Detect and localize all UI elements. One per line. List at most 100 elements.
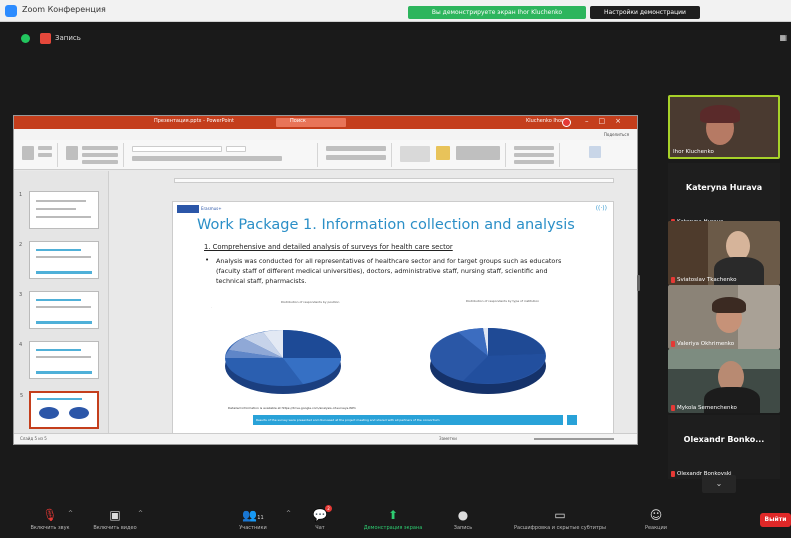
closed-captions-button[interactable]: ▭ Расшифровка и скрытые субтитры <box>490 508 630 531</box>
paragraph-group <box>322 143 392 167</box>
find-icon[interactable] <box>514 146 554 150</box>
share-options-button[interactable]: Настройки демонстрации <box>590 6 700 19</box>
participant-video-tile[interactable]: Ihor Kluchenko <box>668 95 780 159</box>
ppt-status-bar: Слайд 5 из 5 Заметки <box>14 433 637 444</box>
list-icons[interactable] <box>326 146 386 151</box>
panel-resize-handle[interactable] <box>637 275 640 291</box>
gallery-view-icon[interactable]: ▦ <box>779 33 787 42</box>
ppt-user-avatar[interactable] <box>562 118 571 127</box>
caret-up-icon[interactable]: ^ <box>68 510 73 517</box>
thumb-pie <box>39 407 59 419</box>
share-status-banner[interactable]: Вы демонстрируете экран Ihor Kluchenko <box>408 6 586 19</box>
font-name-select[interactable] <box>132 146 222 152</box>
chat-unread-badge: 2 <box>325 505 332 512</box>
replace-icon[interactable] <box>514 153 554 157</box>
participants-icon: 👥11 <box>242 508 264 522</box>
recording-icon <box>40 33 51 44</box>
paste-icon[interactable] <box>22 146 34 160</box>
cc-icon: ▭ <box>554 508 566 522</box>
thumb-bar <box>36 371 92 374</box>
participant-name-tile[interactable]: Olexandr Bonko... Olexandr Bonkovski <box>668 415 780 479</box>
pie-label: · <box>211 306 212 309</box>
section-icon[interactable] <box>82 160 118 164</box>
slide-source-text: Detailed information is available at htt… <box>228 406 356 410</box>
participant-big-name: Olexandr Bonko... <box>683 435 765 444</box>
participant-big-name: Kateryna Hurava <box>685 183 763 192</box>
zoom-slider[interactable] <box>534 438 614 440</box>
chart-left-title: Distribution of respondents by position <box>281 300 340 304</box>
select-icon[interactable] <box>514 160 554 164</box>
leave-meeting-button[interactable]: Выйти <box>760 513 791 527</box>
thumb-line <box>36 299 81 301</box>
quick-styles-icon[interactable] <box>456 146 500 160</box>
ppt-document-name: Презентация.pptx - PowerPoint <box>154 118 235 124</box>
bullet-icon: • <box>205 256 210 264</box>
slide-number: 1 <box>19 192 23 198</box>
editing-group <box>510 143 560 167</box>
participant-video-tile[interactable]: Valeriya Okhrimenko <box>668 285 780 349</box>
closed-captions-label: Расшифровка и скрытые субтитры <box>513 525 607 531</box>
slide-thumbnail[interactable]: 1 <box>19 191 99 229</box>
notes-button[interactable]: Заметки <box>439 436 457 441</box>
shapes-gallery[interactable] <box>400 146 430 162</box>
ppt-share-button[interactable]: Поделиться <box>604 132 629 137</box>
slide-highlight-bar: Results of the survey were presented and… <box>253 415 563 425</box>
arrange-icon[interactable] <box>436 146 450 160</box>
layout-icon[interactable] <box>82 146 118 150</box>
encryption-shield-icon[interactable] <box>21 34 30 43</box>
thumb-line <box>36 200 86 202</box>
font-format-icons[interactable] <box>132 156 282 161</box>
mic-muted-icon <box>671 471 675 477</box>
reactions-label: Реакции <box>644 525 668 531</box>
create-pdf-icon[interactable] <box>589 146 601 158</box>
window-controls-icon[interactable]: –□× <box>585 117 631 125</box>
ppt-search-box[interactable] <box>276 118 346 127</box>
copy-icon[interactable] <box>38 153 52 157</box>
slide-thumbnail-selected[interactable]: 5 <box>20 391 99 429</box>
participant-video-tile[interactable]: Sviatoslav Tkachenko <box>668 221 780 285</box>
record-button[interactable]: ● Запись <box>448 508 478 531</box>
pie-slice <box>488 328 545 356</box>
mic-muted-icon <box>671 341 675 347</box>
slide-point-2: Analysis was conducted for all represent… <box>216 257 562 285</box>
reset-icon[interactable] <box>82 153 118 157</box>
slide-thumbnail[interactable]: 2 <box>19 241 99 279</box>
slide-number: 3 <box>19 292 23 298</box>
reactions-button[interactable]: ☺ Реакции <box>636 508 676 531</box>
logo-text: Erasmus+ <box>201 206 222 211</box>
participant-name-text: Mykola Semenchenko <box>677 405 737 411</box>
background-wall <box>738 285 780 349</box>
share-screen-button[interactable]: ⬆ Демонстрация экрана <box>348 508 438 531</box>
share-screen-icon: ⬆ <box>387 508 399 522</box>
cut-icon[interactable] <box>38 146 52 150</box>
participants-button[interactable]: 👥11 ^ Участники <box>228 508 291 531</box>
participant-name-tile[interactable]: Kateryna Hurava Kateryna Hurava <box>668 163 780 227</box>
unmute-button[interactable]: 🎙 ^ Включить звук <box>20 508 80 531</box>
chart-right-title: Distribution of respondents by type of i… <box>466 299 540 303</box>
chevron-down-icon[interactable]: ⌄ <box>702 475 736 493</box>
participant-name-text: Valeriya Okhrimenko <box>677 341 735 347</box>
font-size-select[interactable] <box>226 146 246 152</box>
ppt-user-name: Kluchenko Ihor <box>526 118 564 124</box>
participant-name-text: Ihor Kluchenko <box>673 149 714 155</box>
slide-number: 4 <box>19 342 23 348</box>
align-icons[interactable] <box>326 155 386 160</box>
thumb-line <box>36 216 91 218</box>
ppt-ruler <box>174 178 614 183</box>
reactions-icon: ☺ <box>649 508 663 522</box>
chat-button[interactable]: 💬 Чат <box>305 508 335 531</box>
participant-video-tile[interactable]: Mykola Semenchenko <box>668 349 780 413</box>
current-slide[interactable]: Erasmus+ ((·)) Work Package 1. Informati… <box>172 201 614 435</box>
slide-thumbnail[interactable]: 4 <box>19 341 99 379</box>
slides-group <box>62 143 124 167</box>
start-video-button[interactable]: ▣ ^ Включить видео <box>80 508 150 531</box>
start-video-label: Включить видео <box>93 525 137 531</box>
window-title: Zoom Конференция <box>22 5 106 14</box>
participant-hair <box>712 297 746 313</box>
new-slide-icon[interactable] <box>66 146 78 160</box>
participant-gallery: Ihor Kluchenko Kateryna Hurava Kateryna … <box>668 93 780 503</box>
slide-thumbnail[interactable]: 3 <box>19 291 99 329</box>
caret-up-icon[interactable]: ^ <box>286 510 291 517</box>
thumb-line <box>36 349 81 351</box>
caret-up-icon[interactable]: ^ <box>138 510 143 517</box>
